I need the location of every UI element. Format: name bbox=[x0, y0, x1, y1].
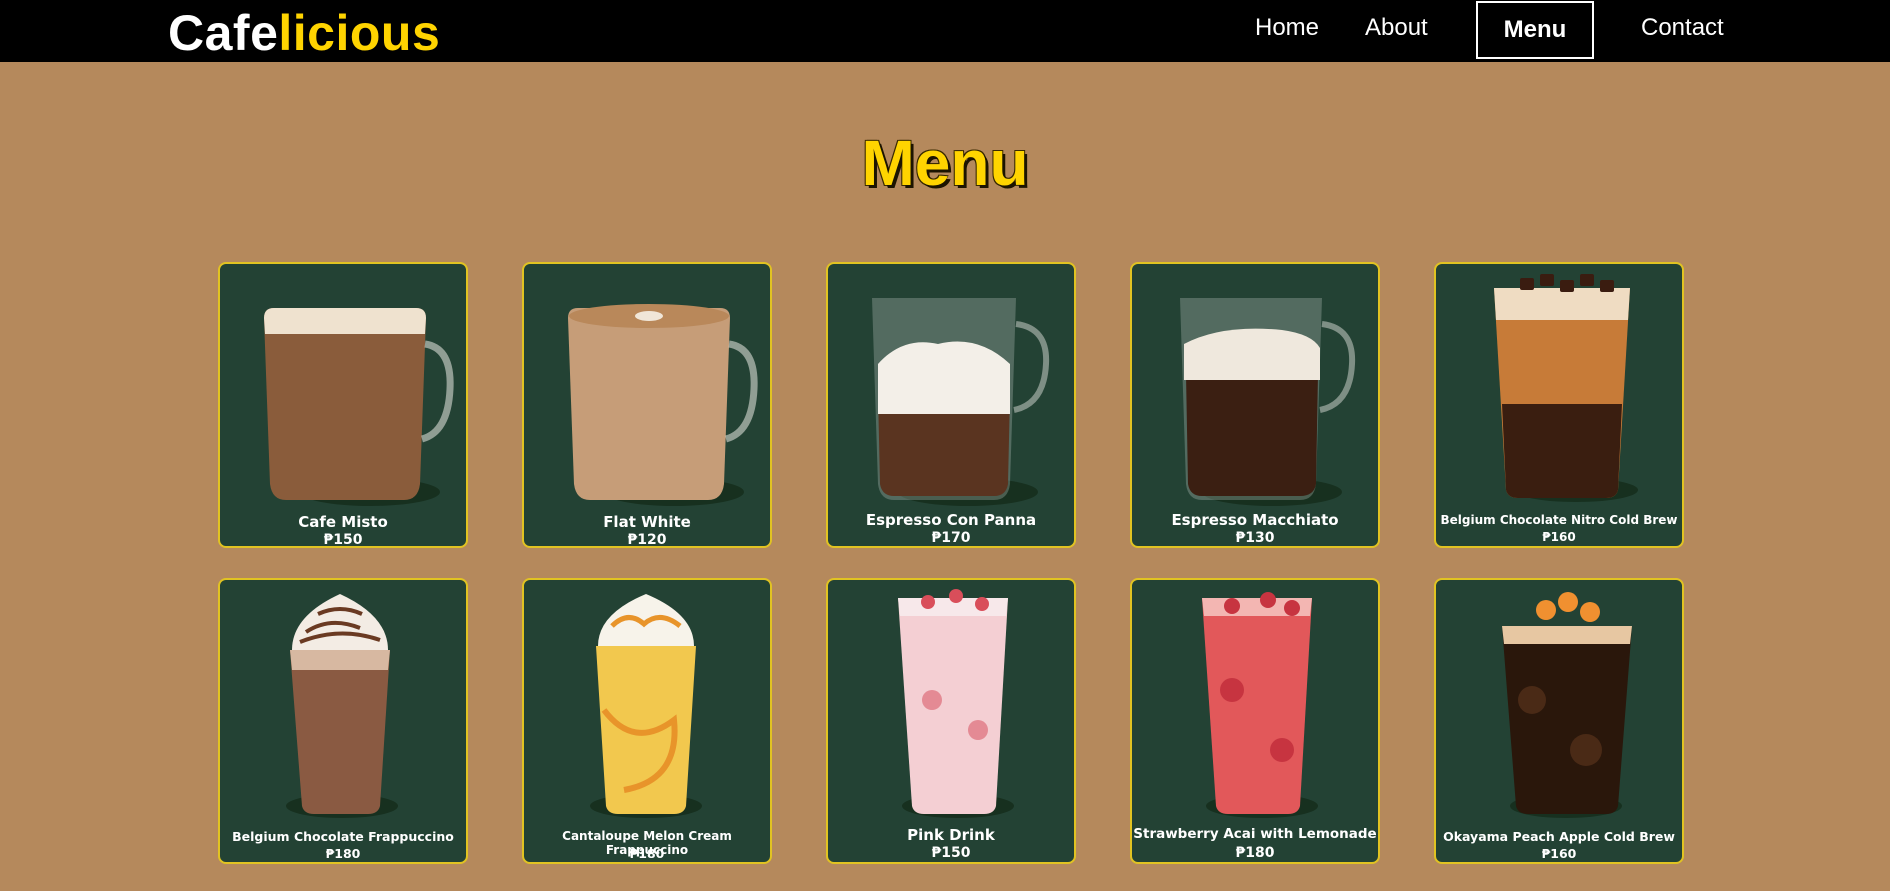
nav-link-menu[interactable]: Menu bbox=[1476, 1, 1594, 59]
drink-image-flat-white bbox=[568, 304, 758, 506]
item-name: Espresso Con Panna bbox=[865, 511, 1037, 529]
navbar: Cafelicious Home About Menu Contact bbox=[0, 0, 1890, 62]
drink-image-cafe-misto bbox=[264, 308, 454, 506]
drink-image-espresso-macchiato bbox=[1180, 298, 1356, 506]
item-price: ₱170 bbox=[931, 530, 971, 546]
item-name: Pink Drink bbox=[907, 826, 995, 844]
item-name: Espresso Macchiato bbox=[1171, 511, 1339, 529]
drink-image-espresso-con-panna bbox=[872, 298, 1050, 506]
item-name: Belgium Chocolate Frappuccino bbox=[232, 829, 454, 844]
menu-card[interactable]: Flat White ₱120 bbox=[522, 262, 772, 548]
menu-card[interactable]: Pink Drink ₱150 bbox=[826, 578, 1076, 864]
drink-image-pink-drink bbox=[898, 589, 1014, 818]
item-price: ₱180 bbox=[1235, 845, 1275, 861]
brand-logo[interactable]: Cafelicious bbox=[168, 4, 440, 62]
page-title: Menu bbox=[861, 127, 1029, 199]
menu-card[interactable]: Cantaloupe Melon Cream Frappuccino ₱180 bbox=[522, 578, 772, 864]
menu-card[interactable]: Cafe Misto ₱150 bbox=[218, 262, 468, 548]
drink-image-okayama-peach-cold-brew bbox=[1502, 592, 1632, 818]
item-name: Strawberry Acai with Lemonade bbox=[1133, 826, 1377, 842]
item-price: ₱180 bbox=[629, 846, 665, 861]
menu-card[interactable]: Belgium Chocolate Frappuccino ₱180 bbox=[218, 578, 468, 864]
menu-card[interactable]: Espresso Con Panna ₱170 bbox=[826, 262, 1076, 548]
brand-logo-part2: licious bbox=[278, 5, 441, 61]
item-price: ₱150 bbox=[931, 845, 971, 861]
drink-image-nitro-cold-brew bbox=[1494, 274, 1638, 502]
nav-link-about[interactable]: About bbox=[1365, 14, 1428, 42]
item-name: Cafe Misto bbox=[298, 513, 388, 531]
nav-link-contact[interactable]: Contact bbox=[1641, 14, 1724, 42]
menu-card[interactable]: Belgium Chocolate Nitro Cold Brew ₱160 bbox=[1434, 262, 1684, 548]
item-price: ₱160 bbox=[1542, 530, 1576, 544]
item-price: ₱130 bbox=[1235, 530, 1275, 546]
item-name: Belgium Chocolate Nitro Cold Brew bbox=[1440, 513, 1678, 527]
item-price: ₱120 bbox=[627, 532, 667, 548]
item-price: ₱160 bbox=[1541, 846, 1577, 861]
drink-image-cantaloupe-frappuccino bbox=[590, 594, 702, 818]
menu-card[interactable]: Okayama Peach Apple Cold Brew ₱160 bbox=[1434, 578, 1684, 864]
nav-link-home[interactable]: Home bbox=[1255, 14, 1319, 42]
menu-card[interactable]: Strawberry Acai with Lemonade ₱180 bbox=[1130, 578, 1380, 864]
menu-card[interactable]: Espresso Macchiato ₱130 bbox=[1130, 262, 1380, 548]
item-price: ₱150 bbox=[323, 532, 363, 548]
drink-image-chocolate-frappuccino bbox=[286, 594, 398, 818]
item-name: Okayama Peach Apple Cold Brew bbox=[1443, 829, 1675, 844]
brand-logo-part1: Cafe bbox=[168, 5, 279, 61]
item-price: ₱180 bbox=[325, 846, 361, 861]
drink-image-strawberry-acai bbox=[1202, 592, 1318, 818]
item-name: Flat White bbox=[603, 513, 691, 531]
